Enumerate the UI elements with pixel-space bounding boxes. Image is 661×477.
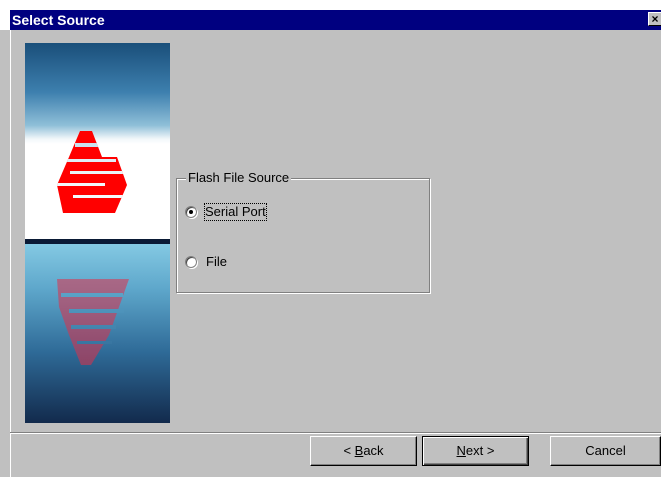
close-button[interactable]: × <box>648 12 661 26</box>
flash-file-source-group <box>176 178 430 293</box>
serial-port-label[interactable]: Serial Port <box>204 203 267 221</box>
window-title: Select Source <box>12 12 105 28</box>
title-bar-background <box>10 10 661 30</box>
next-suffix: > <box>483 443 495 458</box>
radio-selected-dot <box>189 210 193 214</box>
next-button[interactable]: Next > <box>422 436 529 466</box>
group-legend: Flash File Source <box>186 170 292 186</box>
file-radio[interactable] <box>185 256 197 268</box>
back-rest: ack <box>363 443 384 458</box>
next-mnemonic: N <box>456 443 466 458</box>
back-button[interactable]: < Back <box>310 436 417 466</box>
window-frame-edge <box>10 30 11 477</box>
wizard-banner-image <box>25 43 170 423</box>
button-separator <box>10 432 661 434</box>
sailboat-logo-icon <box>25 43 170 423</box>
file-label[interactable]: File <box>206 254 227 270</box>
serial-port-radio[interactable] <box>185 206 197 218</box>
back-prefix: < <box>343 443 355 458</box>
cancel-button[interactable]: Cancel <box>550 436 661 466</box>
next-rest: ext <box>465 443 484 458</box>
